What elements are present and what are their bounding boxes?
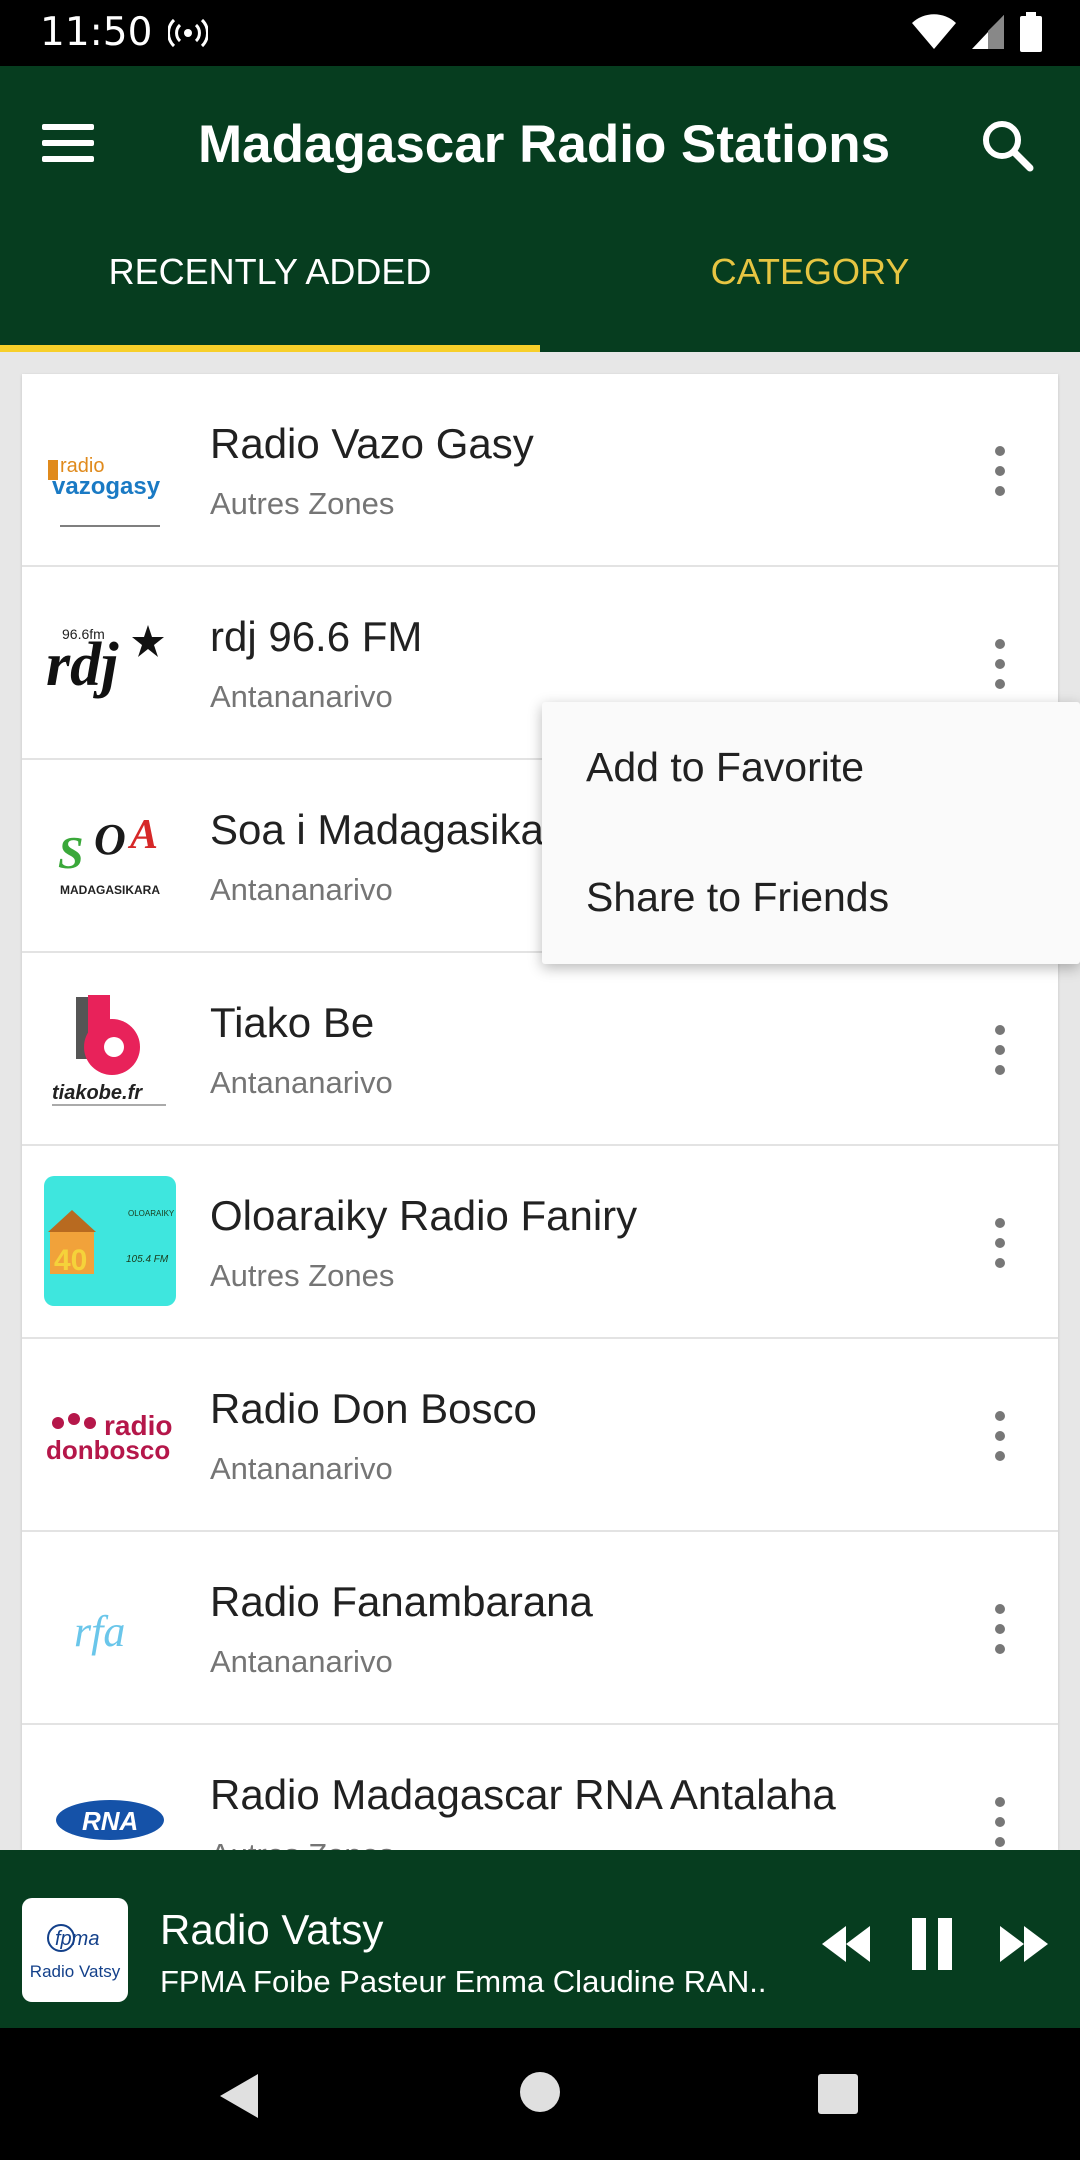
- rewind-icon[interactable]: [818, 1922, 874, 1966]
- station-region: Antananarivo: [210, 1065, 393, 1100]
- system-navigation-bar: [0, 2028, 1080, 2160]
- more-options-icon[interactable]: [990, 446, 1010, 496]
- menu-item-add-to-favorite[interactable]: Add to Favorite: [586, 744, 864, 791]
- player-station-logo: fpma Radio Vatsy: [22, 1898, 128, 2002]
- station-row[interactable]: RNA Radio Madagascar RNA Antalaha Autres…: [22, 1725, 1058, 1850]
- menu-item-share-to-friends[interactable]: Share to Friends: [586, 874, 889, 921]
- home-icon[interactable]: [520, 2072, 560, 2112]
- station-region: Antananarivo: [210, 872, 393, 907]
- station-name: Radio Vazo Gasy: [210, 420, 534, 467]
- mini-player[interactable]: fpma Radio Vatsy Radio Vatsy FPMA Foibe …: [0, 1850, 1080, 2028]
- more-options-icon[interactable]: [990, 1411, 1010, 1461]
- station-logo: 96.6fm rdj: [44, 595, 176, 729]
- station-logo: tiakobe.fr: [44, 981, 176, 1115]
- station-logo: radio vazogasy: [44, 402, 176, 536]
- svg-text:A: A: [127, 812, 158, 858]
- station-row[interactable]: 40 OLOARAIKY 105.4 FM Oloaraiky Radio Fa…: [22, 1146, 1058, 1339]
- station-name: Radio Madagascar RNA Antalaha: [210, 1771, 836, 1818]
- station-row[interactable]: tiakobe.fr Tiako Be Antananarivo: [22, 953, 1058, 1146]
- station-row[interactable]: radio vazogasy Radio Vazo Gasy Autres Zo…: [22, 374, 1058, 567]
- recent-apps-icon[interactable]: [818, 2074, 858, 2114]
- tab-recently-added[interactable]: RECENTLY ADDED: [0, 220, 540, 352]
- battery-icon: [1020, 12, 1042, 52]
- status-time: 11:50: [40, 10, 153, 55]
- more-options-icon[interactable]: [990, 1218, 1010, 1268]
- svg-text:40: 40: [54, 1244, 87, 1277]
- menu-icon-bar: [42, 124, 94, 130]
- back-icon[interactable]: [218, 2072, 262, 2120]
- svg-text:O: O: [94, 815, 126, 864]
- context-menu: Add to Favorite Share to Friends: [542, 702, 1080, 964]
- station-region: Autres Zones: [210, 1837, 394, 1850]
- more-options-icon[interactable]: [990, 1604, 1010, 1654]
- svg-text:S: S: [58, 827, 84, 878]
- player-subtitle: FPMA Foibe Pasteur Emma Claudine RAN..: [160, 1964, 767, 1999]
- player-title: Radio Vatsy: [160, 1906, 384, 1953]
- radio-broadcast-icon: [168, 18, 208, 48]
- more-options-icon[interactable]: [990, 1797, 1010, 1847]
- station-logo: radio donbosco: [44, 1367, 176, 1501]
- station-logo: S O A MADAGASIKARA: [44, 788, 176, 922]
- station-list: radio vazogasy Radio Vazo Gasy Autres Zo…: [22, 374, 1058, 1850]
- svg-text:vazogasy: vazogasy: [52, 473, 161, 500]
- more-options-icon[interactable]: [990, 639, 1010, 689]
- menu-button[interactable]: [42, 118, 108, 174]
- station-name: rdj 96.6 FM: [210, 613, 423, 660]
- menu-icon-bar: [42, 156, 94, 162]
- tab-bar: RECENTLY ADDED CATEGORY: [0, 220, 1080, 352]
- station-name: Oloaraiky Radio Faniry: [210, 1192, 638, 1239]
- station-region: Antananarivo: [210, 1644, 393, 1679]
- station-name: Tiako Be: [210, 999, 375, 1046]
- player-logo-label: Radio Vatsy: [29, 1962, 121, 1981]
- station-logo: rfa: [44, 1560, 176, 1694]
- station-region: Antananarivo: [210, 1451, 393, 1486]
- station-region: Antananarivo: [210, 679, 393, 714]
- svg-text:RNA: RNA: [82, 1806, 138, 1836]
- svg-text:fpma: fpma: [55, 1928, 99, 1950]
- svg-text:rfa: rfa: [74, 1607, 125, 1656]
- svg-text:MADAGASIKARA: MADAGASIKARA: [60, 883, 160, 897]
- fast-forward-icon[interactable]: [996, 1922, 1052, 1966]
- station-name: Soa i Madagasikara: [210, 806, 582, 853]
- svg-text:rdj: rdj: [46, 631, 119, 699]
- tab-category[interactable]: CATEGORY: [540, 220, 1080, 352]
- station-name: Radio Don Bosco: [210, 1385, 537, 1432]
- menu-icon-bar: [42, 140, 94, 146]
- tab-indicator: [0, 345, 540, 352]
- search-icon[interactable]: [972, 110, 1044, 182]
- station-row[interactable]: radio donbosco Radio Don Bosco Antananar…: [22, 1339, 1058, 1532]
- more-options-icon[interactable]: [990, 1025, 1010, 1075]
- svg-text:tiakobe.fr: tiakobe.fr: [52, 1082, 143, 1104]
- station-row[interactable]: rfa Radio Fanambarana Antananarivo: [22, 1532, 1058, 1725]
- app-title: Madagascar Radio Stations: [198, 115, 891, 174]
- signal-icon: [972, 15, 1004, 49]
- station-name: Radio Fanambarana: [210, 1578, 593, 1625]
- station-region: Autres Zones: [210, 486, 395, 521]
- pause-icon[interactable]: [908, 1918, 956, 1970]
- wifi-icon: [912, 14, 956, 49]
- svg-text:105.4 FM: 105.4 FM: [126, 1254, 169, 1265]
- station-logo: 40 OLOARAIKY 105.4 FM: [44, 1174, 176, 1308]
- svg-text:donbosco: donbosco: [46, 1435, 170, 1465]
- status-icons: [912, 12, 1042, 52]
- status-bar: 11:50: [0, 0, 1080, 66]
- station-region: Autres Zones: [210, 1258, 395, 1293]
- svg-text:OLOARAIKY: OLOARAIKY: [128, 1209, 175, 1218]
- station-logo: RNA: [44, 1753, 176, 1850]
